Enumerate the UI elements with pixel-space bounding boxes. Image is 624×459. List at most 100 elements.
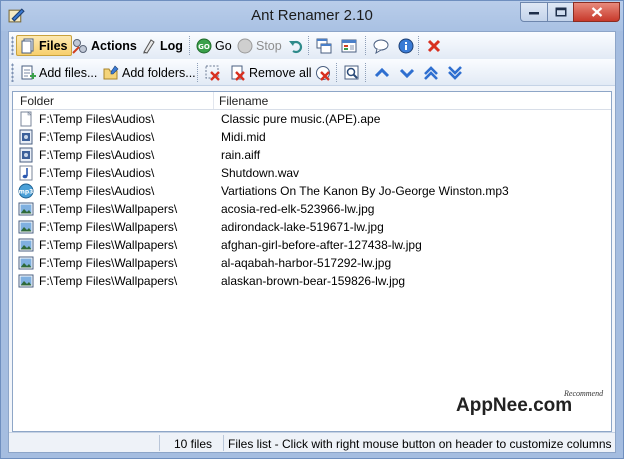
minimize-button[interactable] — [520, 2, 548, 22]
table-row[interactable]: F:\Temp Files\Audios\ rain.aiff — [13, 146, 611, 164]
cell-folder: F:\Temp Files\Wallpapers\ — [39, 256, 178, 270]
status-message: Files list - Click with right mouse butt… — [228, 437, 612, 451]
close-button[interactable] — [573, 2, 620, 22]
toolbar-grip[interactable] — [11, 36, 14, 55]
status-divider — [159, 435, 160, 451]
go-label: Go — [215, 38, 232, 53]
table-row[interactable]: F:\Temp Files\Audios\ Classic pure music.… — [13, 110, 611, 128]
exit-button[interactable] — [422, 35, 446, 56]
image-file-icon — [18, 202, 34, 216]
add-files-label: Add files... — [39, 65, 98, 80]
go-icon: GO — [196, 38, 212, 53]
cell-filename: acosia-red-elk-523966-lw.jpg — [221, 202, 375, 216]
table-row[interactable]: mp3 F:\Temp Files\Audios\ Vartiations On T… — [13, 182, 611, 200]
files-toolbar: Add files... Add folders... Remove all — [9, 59, 615, 86]
cell-folder: F:\Temp Files\Audios\ — [39, 166, 155, 180]
remove-all-label: Remove all — [249, 65, 312, 80]
cell-folder: F:\Temp Files\Wallpapers\ — [39, 238, 178, 252]
remove-selected-button[interactable] — [201, 62, 225, 83]
cell-filename: alaskan-brown-bear-159826-lw.jpg — [221, 274, 406, 288]
add-folder-icon — [103, 65, 119, 79]
add-files-icon — [21, 65, 36, 79]
audio-file-icon — [19, 129, 33, 145]
actions-tab-button[interactable]: Actions — [68, 35, 141, 56]
cell-folder: F:\Temp Files\Audios\ — [39, 184, 155, 198]
table-row[interactable]: F:\Temp Files\Wallpapers\ al-aqabah-harbo… — [13, 254, 611, 272]
search-button[interactable] — [340, 62, 364, 83]
image-file-icon — [18, 256, 34, 270]
remove-dead-files-button[interactable] — [311, 62, 335, 83]
chevron-up-icon — [374, 67, 390, 77]
table-row[interactable]: F:\Temp Files\Audios\ Shutdown.wav — [13, 164, 611, 182]
cell-folder: F:\Temp Files\Wallpapers\ — [39, 220, 178, 234]
app-window: Ant Renamer 2.10 Files Actions Log GO Go… — [0, 0, 624, 459]
go-button[interactable]: GO Go — [192, 35, 236, 56]
status-bar: 10 files Files list - Click with right m… — [9, 432, 615, 452]
status-divider — [223, 435, 224, 451]
music-note-file-icon — [19, 165, 33, 181]
remove-all-button[interactable]: Remove all — [226, 62, 316, 83]
actions-icon — [72, 38, 87, 54]
cell-filename: Shutdown.wav — [221, 166, 300, 180]
toolbar-grip[interactable] — [11, 63, 14, 82]
toolbar-separator — [365, 36, 366, 55]
cell-filename: afghan-girl-before-after-127438-lw.jpg — [221, 238, 422, 252]
remove-selected-icon — [205, 65, 220, 81]
cell-folder: F:\Temp Files\Wallpapers\ — [39, 274, 178, 288]
remove-dead-files-icon — [316, 65, 330, 81]
column-divider[interactable] — [213, 92, 214, 109]
move-bottom-button[interactable] — [443, 62, 467, 83]
maximize-button[interactable] — [547, 2, 574, 22]
cell-filename: al-aqabah-harbor-517292-lw.jpg — [221, 256, 392, 270]
files-list[interactable]: Folder Filename F:\Temp Files\Audios\ Cla… — [12, 91, 612, 432]
image-file-icon — [18, 238, 34, 252]
log-tab-button[interactable]: Log — [137, 35, 187, 56]
add-files-button[interactable]: Add files... — [16, 62, 101, 83]
move-down-button[interactable] — [395, 62, 419, 83]
toolbar-separator — [336, 63, 337, 82]
cell-folder: F:\Temp Files\Wallpapers\ — [39, 202, 178, 216]
table-row[interactable]: F:\Temp Files\Wallpapers\ adirondack-lake… — [13, 218, 611, 236]
red-x-icon — [427, 39, 441, 52]
add-folders-label: Add folders... — [122, 65, 196, 80]
cell-filename: Vartiations On The Kanon By Jo-George Wi… — [221, 184, 509, 198]
table-row[interactable]: F:\Temp Files\Audios\ Midi.mid — [13, 128, 611, 146]
close-icon — [591, 7, 602, 17]
column-header-filename[interactable]: Filename — [219, 94, 268, 108]
cell-folder: F:\Temp Files\Audios\ — [39, 148, 155, 162]
toolbar-separator — [197, 63, 198, 82]
undo-button[interactable] — [284, 35, 308, 56]
files-icon — [21, 38, 34, 53]
speech-bubble-icon — [373, 39, 389, 54]
cell-filename: adirondack-lake-519671-lw.jpg — [221, 220, 384, 234]
list-header[interactable]: Folder Filename — [13, 92, 611, 110]
image-file-icon — [18, 220, 34, 234]
column-header-folder[interactable]: Folder — [20, 94, 54, 108]
toolbar-separator — [189, 36, 190, 55]
table-row[interactable]: F:\Temp Files\Wallpapers\ alaskan-brown-b… — [13, 272, 611, 290]
help-balloon-button[interactable] — [369, 35, 393, 56]
title-bar[interactable]: Ant Renamer 2.10 — [1, 1, 623, 31]
blank-file-icon — [20, 111, 32, 127]
table-row[interactable]: F:\Temp Files\Wallpapers\ acosia-red-elk-… — [13, 200, 611, 218]
cell-filename: rain.aiff — [221, 148, 261, 162]
add-folders-button[interactable]: Add folders... — [99, 62, 200, 83]
toolbar-separator — [308, 36, 309, 55]
stop-label: Stop — [256, 38, 282, 53]
files-tab-label: Files — [39, 38, 68, 53]
about-button[interactable] — [394, 35, 418, 56]
double-chevron-up-icon — [424, 65, 438, 80]
table-row[interactable]: F:\Temp Files\Wallpapers\ afghan-girl-bef… — [13, 236, 611, 254]
options-button[interactable] — [337, 35, 361, 56]
stop-button[interactable]: Stop — [233, 35, 286, 56]
main-toolbar: Files Actions Log GO Go Stop — [9, 32, 615, 59]
move-top-button[interactable] — [419, 62, 443, 83]
undo-icon — [289, 40, 303, 53]
files-tab-button[interactable]: Files — [16, 35, 72, 56]
window-cascade-button[interactable] — [312, 35, 336, 56]
move-up-button[interactable] — [370, 62, 394, 83]
cell-filename: Classic pure music.(APE).ape — [221, 112, 381, 126]
file-count: 10 files — [174, 437, 213, 451]
remove-all-icon — [231, 65, 245, 81]
double-chevron-down-icon — [448, 65, 462, 80]
